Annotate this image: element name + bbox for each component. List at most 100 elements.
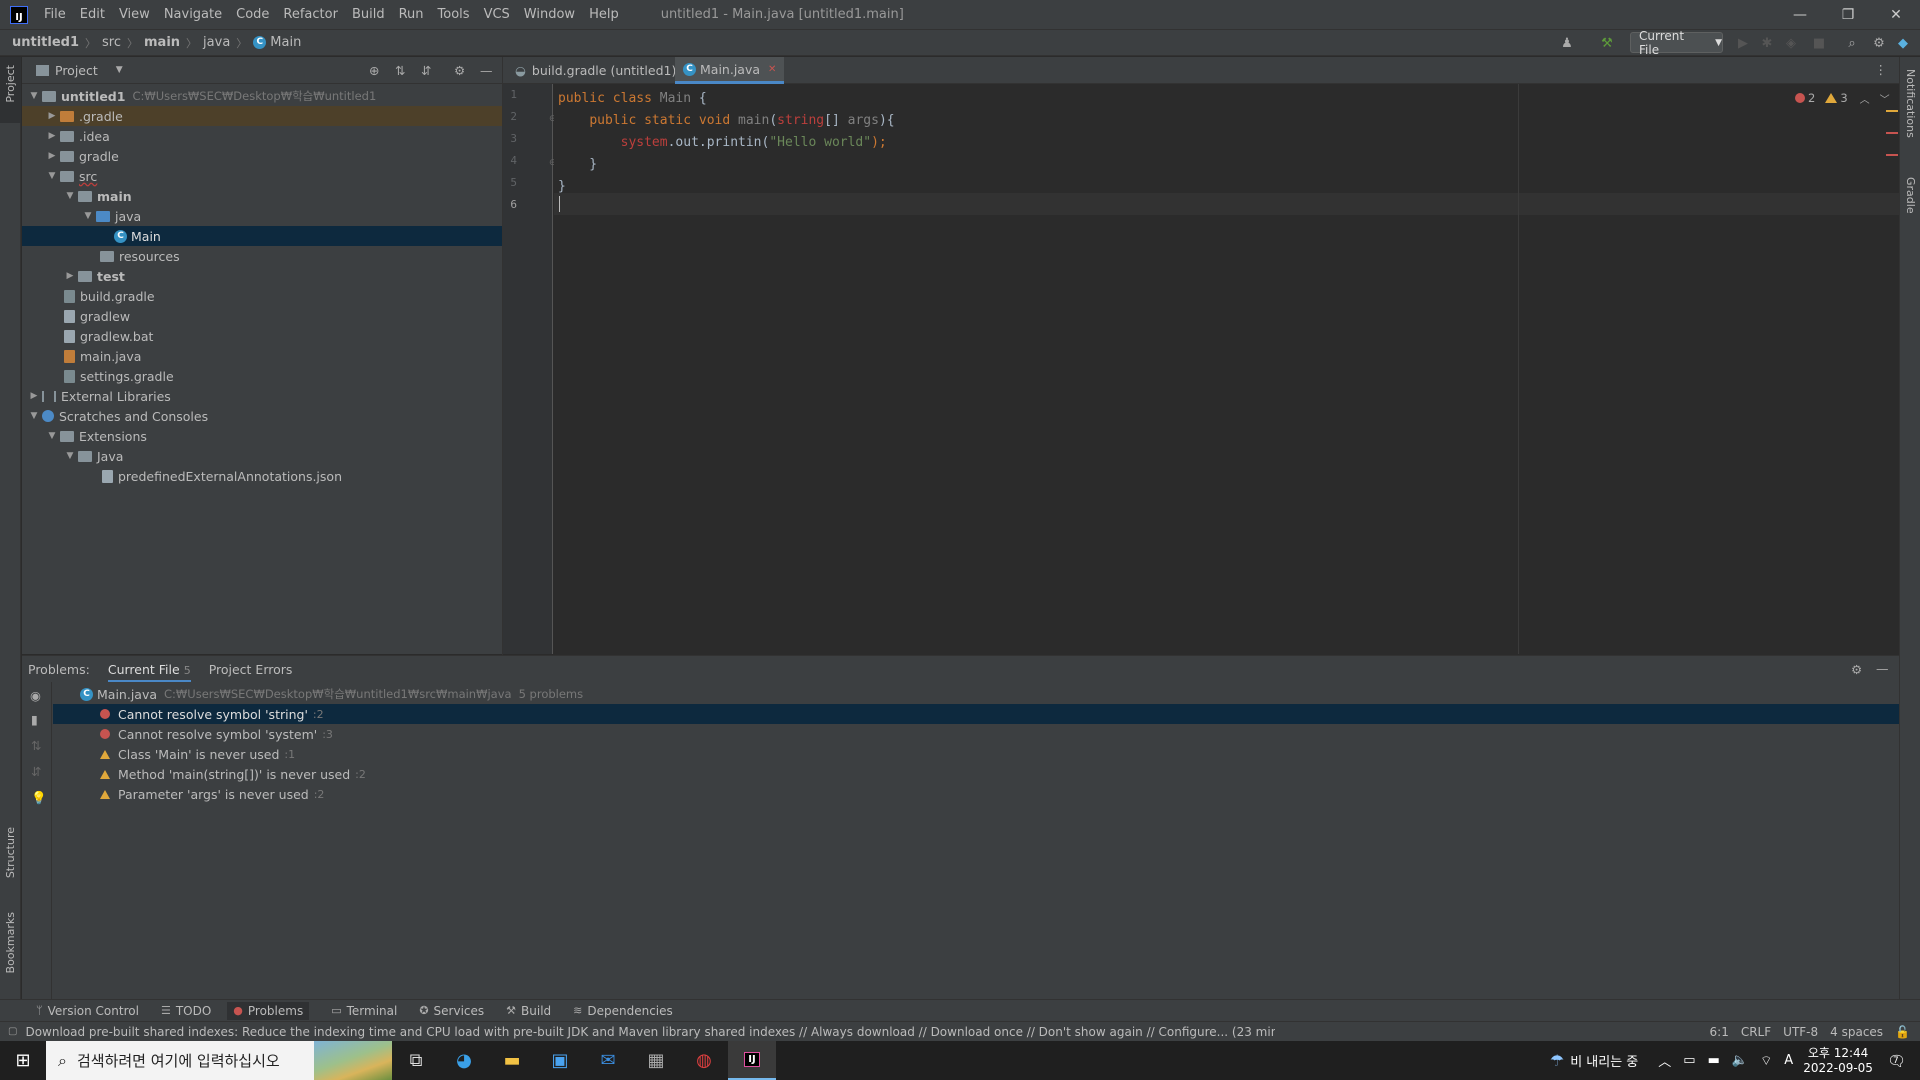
tree-item-src[interactable]: ▼ src [22, 166, 502, 186]
mail-icon[interactable]: ✉ [584, 1041, 632, 1080]
chevron-down-icon[interactable]: ▼ [44, 171, 60, 181]
menu-refactor[interactable]: Refactor [283, 7, 338, 22]
error-stripe-mark[interactable] [1886, 132, 1898, 134]
notifications-tool-button[interactable]: Notifications [1904, 69, 1917, 138]
menu-view[interactable]: View [119, 7, 150, 22]
clock[interactable]: 오후 12:44 2022-09-05 [1803, 1046, 1873, 1076]
line-separator[interactable]: CRLF [1741, 1025, 1771, 1039]
problem-item[interactable]: Method 'main(string[])' is never used :2 [53, 764, 1899, 784]
breadcrumb-file[interactable]: Main [270, 35, 301, 50]
tree-item-gradlew[interactable]: gradlew [22, 306, 502, 326]
settings-gear-icon[interactable]: ⚙ [1870, 34, 1888, 52]
breadcrumb-java[interactable]: java [203, 35, 230, 50]
breadcrumb-project[interactable]: untitled1 [12, 35, 79, 50]
previous-highlight-icon[interactable]: ︿ [1860, 91, 1870, 106]
todo-tool-button[interactable]: ☰ TODO [161, 1004, 211, 1018]
hide-panel-icon[interactable]: — [480, 63, 493, 78]
error-stripe-mark[interactable] [1886, 154, 1898, 156]
volume-icon[interactable]: 🔈 [1732, 1053, 1748, 1068]
tab-project-errors[interactable]: Project Errors [209, 662, 293, 677]
menu-tools[interactable]: Tools [438, 7, 470, 22]
lightbulb-icon[interactable]: 💡 [31, 790, 47, 806]
problem-item[interactable]: Cannot resolve symbol 'string' :2 [53, 704, 1899, 724]
taskbar-search-box[interactable]: ⌕ 검색하려면 여기에 입력하십시오 [46, 1041, 392, 1080]
tree-item-test[interactable]: ▶ test [22, 266, 502, 286]
services-tool-button[interactable]: ✪ Services [419, 1004, 484, 1018]
close-window-button[interactable]: ✕ [1872, 0, 1920, 29]
tree-item-build-gradle[interactable]: build.gradle [22, 286, 502, 306]
windows-start-button[interactable]: ⊞ [0, 1041, 46, 1080]
tree-item-main-java[interactable]: main.java [22, 346, 502, 366]
bookmarks-tool-button[interactable]: Bookmarks [4, 912, 17, 973]
chevron-up-icon[interactable]: ︿ [1658, 1051, 1671, 1070]
menu-navigate[interactable]: Navigate [164, 7, 222, 22]
stop-icon[interactable]: ■ [1810, 34, 1828, 52]
tree-item-gradle[interactable]: ▶ gradle [22, 146, 502, 166]
code-content[interactable]: public class Main { public static void m… [554, 84, 1454, 234]
user-icon[interactable]: ♟ [1558, 34, 1576, 52]
calculator-icon[interactable]: ▦ [632, 1041, 680, 1080]
tree-item-scratches[interactable]: ▼ Scratches and Consoles [22, 406, 502, 426]
chevron-down-icon[interactable]: ▼ [62, 191, 78, 201]
menu-vcs[interactable]: VCS [484, 7, 510, 22]
task-view-icon[interactable]: ⧉ [392, 1041, 440, 1080]
chevron-down-icon[interactable]: ▼ [26, 411, 42, 421]
file-explorer-icon[interactable]: ▬ [488, 1041, 536, 1080]
build-tool-button[interactable]: ⚒ Build [506, 1004, 551, 1018]
version-control-tool-button[interactable]: ᛘ Version Control [36, 1004, 139, 1018]
code-with-me-icon[interactable]: ◆ [1894, 34, 1912, 52]
problems-tool-button[interactable]: ● Problems [227, 1001, 310, 1020]
breadcrumb-src[interactable]: src [102, 35, 121, 50]
microsoft-store-icon[interactable]: ▣ [536, 1041, 584, 1080]
inspection-widget[interactable]: 2 3 ︿ ﹀ [1795, 90, 1890, 106]
tree-item-extensions[interactable]: ▼ Extensions [22, 426, 502, 446]
chrome-like-app-icon[interactable]: ◍ [680, 1041, 728, 1080]
menu-code[interactable]: Code [236, 7, 269, 22]
run-configuration-select[interactable]: Current File ▼ [1630, 29, 1723, 57]
caret-position[interactable]: 6:1 [1710, 1025, 1729, 1039]
next-highlight-icon[interactable]: ﹀ [1880, 91, 1890, 106]
project-tool-button[interactable]: Project [4, 65, 17, 103]
preview-icon[interactable]: ▮ [31, 712, 38, 727]
network-icon[interactable]: ⌔ [1760, 1053, 1772, 1069]
edge-browser-icon[interactable]: ◕ [440, 1041, 488, 1080]
status-message[interactable]: Download pre-built shared indexes: Reduc… [25, 1025, 1275, 1039]
meet-now-icon[interactable]: ▭ [1683, 1053, 1695, 1068]
terminal-tool-button[interactable]: ▭ Terminal [331, 1004, 397, 1018]
chevron-right-icon[interactable]: ▶ [26, 391, 42, 401]
tree-item-external-libraries[interactable]: ▶ External Libraries [22, 386, 502, 406]
problems-file-row[interactable]: C Main.java C:₩Users₩SEC₩Desktop₩학습₩unti… [53, 684, 1899, 704]
run-icon[interactable]: ▶ [1734, 34, 1752, 52]
problem-item[interactable]: Parameter 'args' is never used :2 [53, 784, 1899, 804]
problem-item[interactable]: Class 'Main' is never used :1 [53, 744, 1899, 764]
coverage-icon[interactable]: ◈ [1782, 34, 1800, 52]
chevron-right-icon[interactable]: ▶ [44, 131, 60, 141]
collapse-all-icon[interactable]: ⇵ [421, 63, 431, 78]
tree-item-root[interactable]: ▼ untitled1 C:₩Users₩SEC₩Desktop₩학습₩unti… [22, 86, 502, 106]
warning-stripe-mark[interactable] [1886, 110, 1898, 112]
chevron-down-icon[interactable]: ▼ [80, 211, 96, 221]
hammer-build-icon[interactable]: ⚒ [1598, 34, 1616, 52]
problems-settings-gear-icon[interactable]: ⚙ [1851, 662, 1862, 677]
more-tabs-icon[interactable]: ⋮ [1875, 62, 1888, 77]
tree-item-main[interactable]: ▼ main [22, 186, 502, 206]
panel-settings-gear-icon[interactable]: ⚙ [454, 63, 465, 78]
dropdown-arrow-icon[interactable]: ▼ [116, 65, 123, 75]
tree-item-main-class[interactable]: C Main [22, 226, 502, 246]
project-view-title[interactable]: Project [55, 63, 98, 78]
tree-item-dot-gradle[interactable]: ▶ .gradle [22, 106, 502, 126]
tab-build-gradle[interactable]: ◒ build.gradle (untitled1) ✕ [507, 57, 701, 84]
menu-build[interactable]: Build [352, 7, 385, 22]
chevron-down-icon[interactable]: ▼ [26, 91, 42, 101]
dependencies-tool-button[interactable]: ≋ Dependencies [573, 1004, 673, 1018]
tree-item-extensions-java[interactable]: ▼ Java [22, 446, 502, 466]
tree-item-resources[interactable]: resources [22, 246, 502, 266]
tab-main-java[interactable]: C Main.java ✕ [675, 57, 785, 84]
battery-icon[interactable]: ▬ [1708, 1053, 1720, 1068]
tree-item-annotations-json[interactable]: predefinedExternalAnnotations.json [22, 466, 502, 486]
collapse-all-icon[interactable]: ⇵ [31, 764, 41, 779]
tab-current-file[interactable]: Current File 5 [107, 662, 191, 683]
locate-file-icon[interactable]: ⊕ [369, 63, 379, 78]
menu-help[interactable]: Help [589, 7, 619, 22]
notification-center-icon[interactable]: 🗨 7 [1887, 1052, 1906, 1070]
